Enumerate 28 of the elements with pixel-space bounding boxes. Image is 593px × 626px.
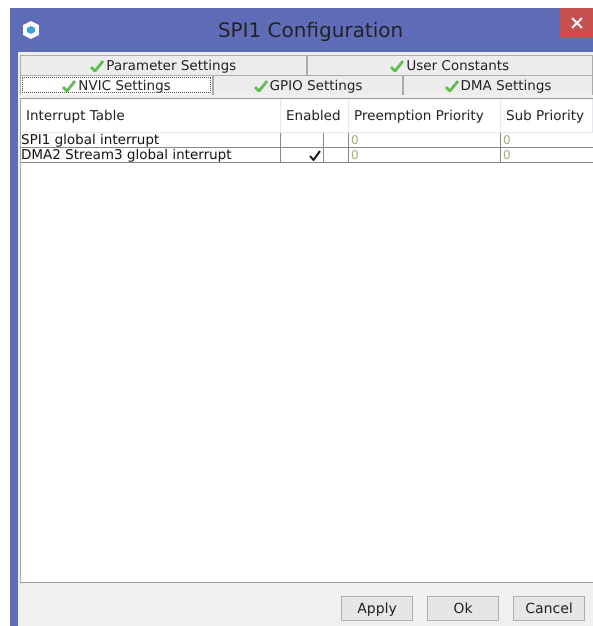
- tab[interactable]: NVIC Settings: [20, 75, 213, 95]
- tab[interactable]: User Constants: [306, 55, 593, 75]
- table-cell: 0: [351, 148, 359, 162]
- table-cell: DMA2 Stream3 global interrupt: [21, 148, 281, 163]
- column-header: Preemption Priority: [349, 99, 501, 133]
- close-icon: [570, 17, 582, 29]
- tab[interactable]: Parameter Settings: [20, 55, 306, 75]
- check-icon: [90, 60, 104, 72]
- dialog-button[interactable]: Apply: [341, 596, 413, 621]
- check-icon: [390, 60, 404, 72]
- check-icon: [444, 80, 459, 92]
- column-header: Enabled: [281, 99, 349, 133]
- dialog-button[interactable]: Ok: [427, 596, 499, 621]
- column-header: Interrupt Table: [21, 99, 281, 133]
- enabled-checkbox[interactable]: [307, 148, 324, 162]
- dialog-button[interactable]: Cancel: [513, 596, 585, 621]
- check-icon: [254, 80, 268, 92]
- table-cell: SPI1 global interrupt: [21, 133, 281, 148]
- tab[interactable]: GPIO Settings: [213, 75, 403, 95]
- check-icon: [62, 80, 76, 92]
- tab[interactable]: DMA Settings: [403, 75, 593, 95]
- app-icon: [22, 20, 40, 40]
- close-button[interactable]: [560, 8, 593, 38]
- table-cell: 0: [351, 133, 359, 147]
- window-title: SPI1 Configuration: [218, 18, 404, 42]
- column-header: Sub Priority: [501, 99, 593, 133]
- table-cell: 0: [503, 148, 511, 162]
- table-cell: 0: [503, 133, 511, 147]
